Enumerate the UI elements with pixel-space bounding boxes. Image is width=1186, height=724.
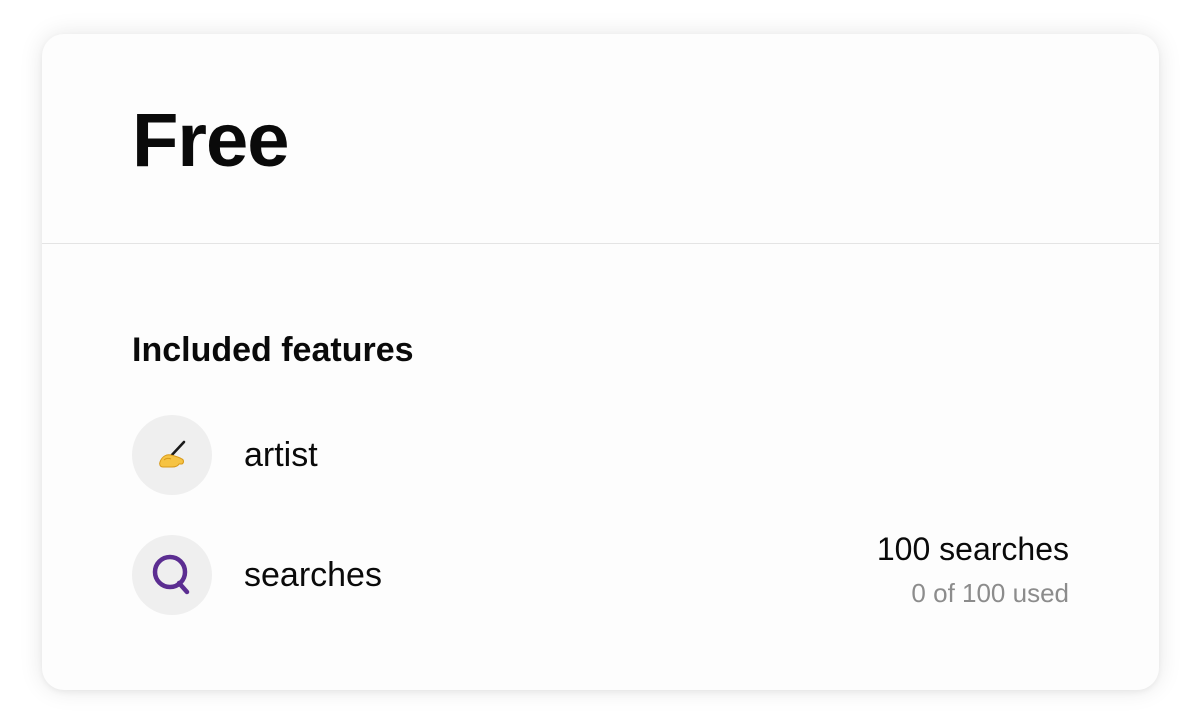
feature-label-artist: artist <box>244 436 318 474</box>
searches-usage: 100 searches 0 of 100 used <box>877 529 1069 609</box>
plan-card: Free Included features artist searches 1… <box>42 34 1159 690</box>
plan-title: Free <box>132 98 290 183</box>
feature-label-searches: searches <box>244 556 382 594</box>
usage-total: 100 searches <box>876 531 1069 567</box>
writing-hand-icon <box>132 415 212 495</box>
features-heading: Included features <box>132 331 414 369</box>
features-section: Included features artist searches 100 se… <box>42 244 1159 690</box>
feature-item-searches: searches 100 searches 0 of 100 used <box>132 531 1069 615</box>
feature-item-artist: artist <box>132 415 1069 495</box>
plan-header: Free <box>42 34 1159 244</box>
usage-used: 0 of 100 used <box>911 578 1069 608</box>
search-icon <box>132 535 212 615</box>
